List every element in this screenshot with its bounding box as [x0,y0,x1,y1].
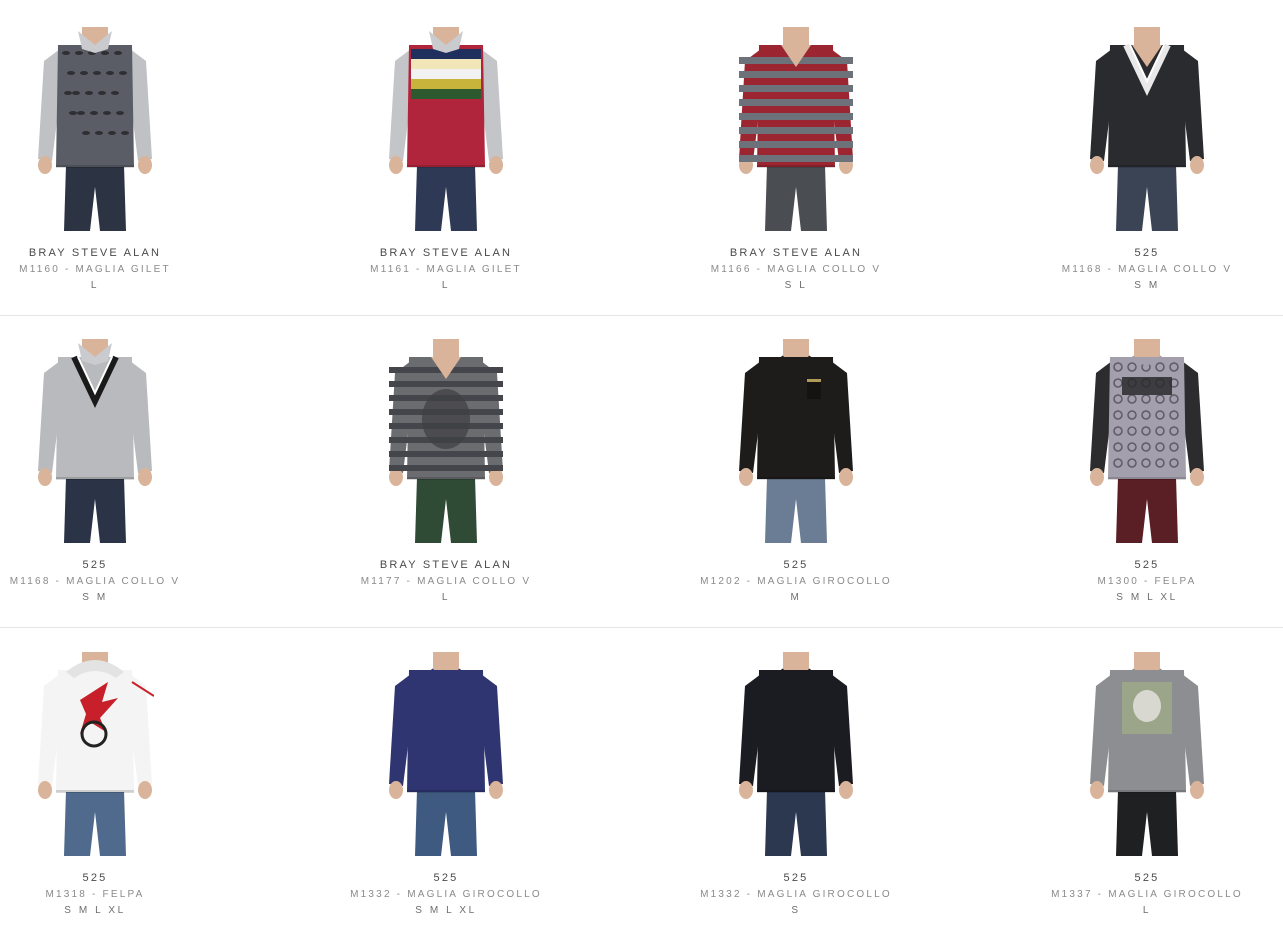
product-image[interactable] [36,339,154,543]
model-photo [739,339,853,543]
product-name[interactable]: M1177 - MAGLIA COLLO V [326,575,566,588]
product-brand[interactable]: BRAY STEVE ALAN [696,247,896,260]
product-sizes: S M [82,592,108,603]
product-image[interactable] [1088,339,1206,543]
model-photo [38,652,154,856]
model-photo [38,27,152,231]
product-brand[interactable]: BRAY STEVE ALAN [346,247,546,260]
product-sizes: S L [784,280,808,291]
product-row: 525 M1168 - MAGLIA COLLO V S M BRAY STEV… [0,312,1283,624]
product-brand[interactable]: 525 [1047,872,1247,885]
product-grid: BRAY STEVE ALAN M1160 - MAGLIA GILET L B… [0,0,1283,926]
product-brand[interactable]: 525 [0,559,195,572]
product-row: BRAY STEVE ALAN M1160 - MAGLIA GILET L B… [0,0,1283,312]
product-image[interactable] [737,27,855,231]
product-card[interactable]: 525 M1332 - MAGLIA GIROCOLLO S M L XL [346,625,546,937]
product-card[interactable]: 525 M1332 - MAGLIA GIROCOLLO S [696,625,896,937]
model-photo [1090,27,1204,231]
product-brand[interactable]: 525 [1047,247,1247,260]
model-photo [1090,339,1204,543]
product-card[interactable]: 525 M1168 - MAGLIA COLLO V S M [1047,0,1247,312]
product-name[interactable]: M1318 - FELPA [0,888,215,901]
product-card[interactable]: 525 M1168 - MAGLIA COLLO V S M [0,312,195,624]
product-sizes: M [790,592,802,603]
model-photo [739,27,853,231]
product-name[interactable]: M1160 - MAGLIA GILET [0,263,215,276]
model-photo [38,339,152,543]
product-sizes: L [1142,905,1152,916]
product-name[interactable]: M1300 - FELPA [1027,575,1267,588]
product-card[interactable]: 525 M1337 - MAGLIA GIROCOLLO L [1047,625,1247,937]
product-card[interactable]: BRAY STEVE ALAN M1177 - MAGLIA COLLO V L [346,312,546,624]
model-photo [389,652,503,856]
product-image[interactable] [387,652,505,856]
product-name[interactable]: M1337 - MAGLIA GIROCOLLO [1027,888,1267,901]
product-sizes: S M [1134,280,1160,291]
product-card[interactable]: BRAY STEVE ALAN M1160 - MAGLIA GILET L [0,0,195,312]
product-name[interactable]: M1168 - MAGLIA COLLO V [0,575,215,588]
product-sizes: S [791,905,801,916]
model-photo [389,27,503,231]
product-brand[interactable]: 525 [696,559,896,572]
product-sizes: S M L XL [64,905,126,916]
product-sizes: S M L XL [415,905,477,916]
product-image[interactable] [387,27,505,231]
product-name[interactable]: M1202 - MAGLIA GIROCOLLO [676,575,916,588]
product-name[interactable]: M1166 - MAGLIA COLLO V [676,263,916,276]
product-image[interactable] [737,652,855,856]
product-card[interactable]: 525 M1300 - FELPA S M L XL [1047,312,1247,624]
product-sizes: L [441,592,451,603]
product-image[interactable] [1088,27,1206,231]
product-card[interactable]: 525 M1318 - FELPA S M L XL [0,625,195,937]
model-photo [389,339,503,543]
product-card[interactable]: 525 M1202 - MAGLIA GIROCOLLO M [696,312,896,624]
product-brand[interactable]: BRAY STEVE ALAN [346,559,546,572]
product-image[interactable] [36,652,154,856]
product-name[interactable]: M1332 - MAGLIA GIROCOLLO [676,888,916,901]
product-image[interactable] [737,339,855,543]
product-row: 525 M1318 - FELPA S M L XL 525 M1332 - M… [0,625,1283,937]
product-image[interactable] [36,27,154,231]
product-name[interactable]: M1161 - MAGLIA GILET [326,263,566,276]
product-sizes: L [90,280,100,291]
product-brand[interactable]: 525 [0,872,195,885]
model-photo [739,652,853,856]
product-sizes: L [441,280,451,291]
model-photo [1090,652,1204,856]
product-brand[interactable]: 525 [696,872,896,885]
product-image[interactable] [387,339,505,543]
product-brand[interactable]: 525 [346,872,546,885]
product-sizes: S M L XL [1116,592,1178,603]
product-card[interactable]: BRAY STEVE ALAN M1166 - MAGLIA COLLO V S… [696,0,896,312]
product-card[interactable]: BRAY STEVE ALAN M1161 - MAGLIA GILET L [346,0,546,312]
product-image[interactable] [1088,652,1206,856]
product-name[interactable]: M1168 - MAGLIA COLLO V [1027,263,1267,276]
product-brand[interactable]: 525 [1047,559,1247,572]
product-name[interactable]: M1332 - MAGLIA GIROCOLLO [326,888,566,901]
product-brand[interactable]: BRAY STEVE ALAN [0,247,195,260]
